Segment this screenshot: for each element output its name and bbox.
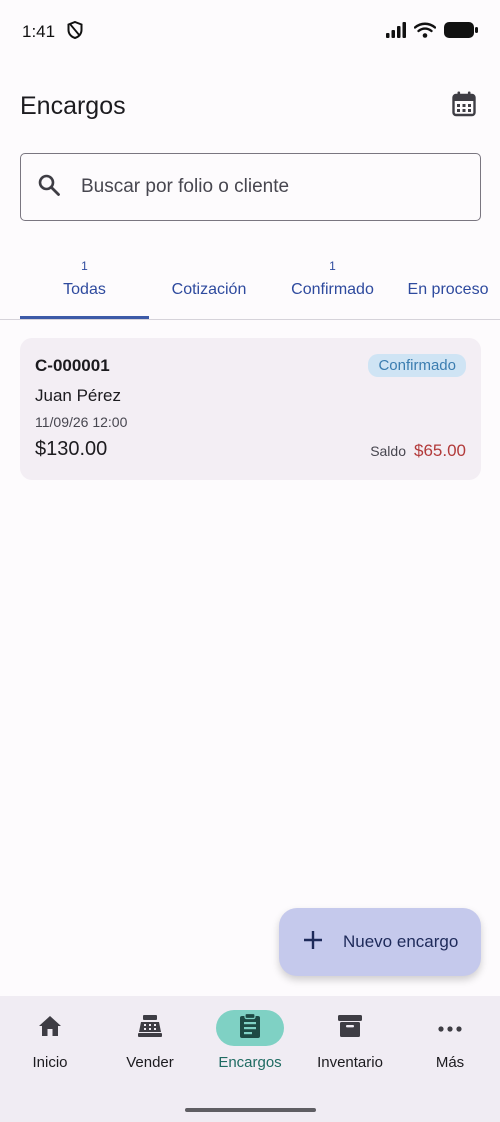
home-indicator (185, 1108, 316, 1112)
order-folio: C-000001 (35, 355, 110, 375)
saldo-value: $65.00 (414, 441, 466, 460)
cash-register-icon (137, 1014, 163, 1043)
page-title: Encargos (20, 91, 126, 120)
calendar-icon (452, 91, 476, 122)
order-saldo: Saldo $65.00 (370, 441, 466, 461)
tab-label: Cotización (171, 281, 247, 298)
tab-confirmado[interactable]: 1 Confirmado (269, 240, 396, 318)
nav-label: Más (435, 1054, 465, 1071)
search-icon (37, 173, 61, 202)
nav-item-inventario[interactable]: Inventario (300, 1010, 400, 1122)
nav-item-inicio[interactable]: Inicio (0, 1010, 100, 1122)
tab-label: Todas (63, 281, 106, 298)
nav-item-vender[interactable]: Vender (100, 1010, 200, 1122)
battery-icon (444, 21, 478, 43)
shield-icon (67, 20, 83, 44)
saldo-label: Saldo (370, 443, 406, 459)
status-badge: Confirmado (368, 354, 466, 377)
nav-label: Encargos (218, 1054, 282, 1071)
tab-en-proceso[interactable]: En proceso (396, 240, 500, 318)
home-icon (38, 1015, 62, 1042)
nav-label: Vender (126, 1054, 174, 1071)
plus-icon (303, 930, 323, 955)
order-card[interactable]: C-000001 Confirmado Juan Pérez 11/09/26 … (20, 338, 481, 480)
tab-count: 1 (81, 259, 88, 273)
nav-label: Inicio (32, 1054, 68, 1071)
nav-item-mas[interactable]: Más (400, 1010, 500, 1122)
status-bar: 1:41 (0, 0, 500, 64)
archive-icon (337, 1014, 363, 1043)
tab-label: Confirmado (291, 281, 374, 298)
order-datetime: 11/09/26 12:00 (35, 414, 128, 430)
tab-cotizacion[interactable]: Cotización (149, 240, 269, 318)
nav-item-encargos[interactable]: Encargos (200, 1010, 300, 1122)
bottom-nav: Inicio Vender Encargos Inventario Más (0, 996, 500, 1122)
status-time: 1:41 (22, 22, 56, 41)
signal-icon (386, 21, 406, 43)
tab-count: 1 (329, 259, 336, 273)
search-box (20, 153, 481, 221)
calendar-button[interactable] (448, 90, 480, 122)
wifi-icon (413, 22, 437, 43)
app-bar: Encargos (0, 78, 500, 134)
fab-label: Nuevo encargo (343, 932, 459, 951)
tab-label: En proceso (407, 281, 489, 298)
order-client: Juan Pérez (35, 386, 121, 405)
nav-label: Inventario (317, 1054, 383, 1071)
clipboard-icon (239, 1012, 261, 1044)
tab-todas[interactable]: 1 Todas (20, 240, 149, 319)
order-amount: $130.00 (35, 438, 108, 460)
search-input[interactable] (81, 176, 461, 198)
more-icon (438, 1019, 462, 1037)
status-tabs: 1 Todas Cotización 1 Confirmado En proce… (0, 240, 500, 320)
new-order-button[interactable]: Nuevo encargo (279, 908, 481, 976)
